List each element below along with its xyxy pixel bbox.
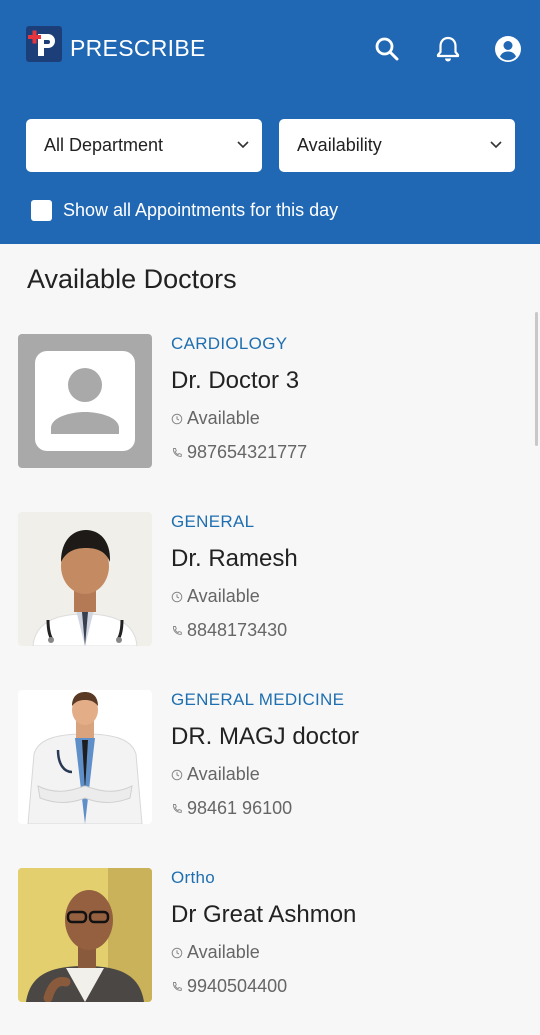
doctor-portrait-image — [18, 868, 152, 1002]
account-icon[interactable] — [494, 35, 522, 63]
doctor-department: GENERAL MEDICINE — [171, 690, 345, 709]
show-all-label: Show all Appointments for this day — [63, 200, 339, 220]
app-brand-title: PRESCRIBE — [70, 35, 206, 61]
doctor-name: DR. MAGJ doctor — [171, 723, 360, 750]
doctor-card[interactable]: CARDIOLOGY Dr. Doctor 3 Available 987654… — [0, 334, 540, 474]
clock-icon — [171, 413, 183, 424]
clock-icon — [171, 769, 183, 780]
clock-icon — [171, 591, 183, 602]
availability-text: Available — [187, 586, 260, 606]
doctor-name: Dr. Doctor 3 — [171, 367, 300, 394]
department-select-value: All Department — [44, 135, 164, 155]
show-all-checkbox[interactable] — [31, 200, 52, 221]
doctor-phone[interactable]: 8848173430 — [171, 620, 287, 641]
availability-select[interactable]: Availability — [279, 119, 515, 172]
availability-select-value: Availability — [297, 135, 382, 155]
show-all-appointments-toggle[interactable]: Show all Appointments for this day — [31, 200, 338, 221]
chevron-down-icon — [490, 141, 502, 149]
department-select[interactable]: All Department — [26, 119, 262, 172]
section-title: Available Doctors — [27, 264, 237, 294]
doctor-phone[interactable]: 9940504400 — [171, 976, 287, 997]
doctor-placeholder-avatar — [18, 334, 152, 468]
phone-icon — [173, 803, 182, 813]
doctor-department: Ortho — [171, 868, 216, 887]
prescribe-logo-icon — [26, 26, 62, 62]
doctor-phone[interactable]: 987654321777 — [171, 442, 307, 463]
doctor-department: CARDIOLOGY — [171, 334, 288, 353]
doctor-portrait-image — [32, 530, 138, 646]
doctor-card[interactable]: GENERAL Dr. Ramesh Available 8848173430 — [0, 512, 540, 652]
doctor-department: GENERAL — [171, 512, 255, 531]
doctor-phone[interactable]: 98461 96100 — [171, 798, 292, 819]
bell-icon[interactable] — [434, 35, 462, 63]
phone-number: 8848173430 — [187, 620, 288, 640]
phone-number: 98461 96100 — [187, 798, 293, 818]
doctor-card[interactable]: GENERAL MEDICINE DR. MAGJ doctor Availab… — [0, 690, 540, 830]
doctor-photo — [18, 512, 152, 646]
search-icon[interactable] — [373, 35, 401, 63]
doctor-photo — [18, 690, 152, 824]
doctor-card[interactable]: Ortho Dr Great Ashmon Available 99405044… — [0, 868, 540, 1008]
doctor-availability: Available — [171, 586, 260, 607]
availability-text: Available — [187, 942, 260, 962]
doctor-availability: Available — [171, 942, 260, 963]
app-header: PRESCRIBE All Department Availability Sh… — [0, 0, 540, 244]
doctor-portrait-image — [27, 692, 143, 824]
phone-number: 987654321777 — [187, 442, 308, 462]
chevron-down-icon — [237, 141, 249, 149]
phone-number: 9940504400 — [187, 976, 288, 996]
doctor-photo — [18, 868, 152, 1002]
clock-icon — [171, 947, 183, 958]
phone-icon — [173, 447, 182, 457]
person-placeholder-icon — [35, 351, 135, 451]
doctor-name: Dr Great Ashmon — [171, 901, 357, 928]
availability-text: Available — [187, 408, 260, 428]
phone-icon — [173, 625, 182, 635]
doctor-availability: Available — [171, 408, 260, 429]
doctor-availability: Available — [171, 764, 260, 785]
doctor-name: Dr. Ramesh — [171, 545, 298, 572]
phone-icon — [173, 981, 182, 991]
availability-text: Available — [187, 764, 260, 784]
